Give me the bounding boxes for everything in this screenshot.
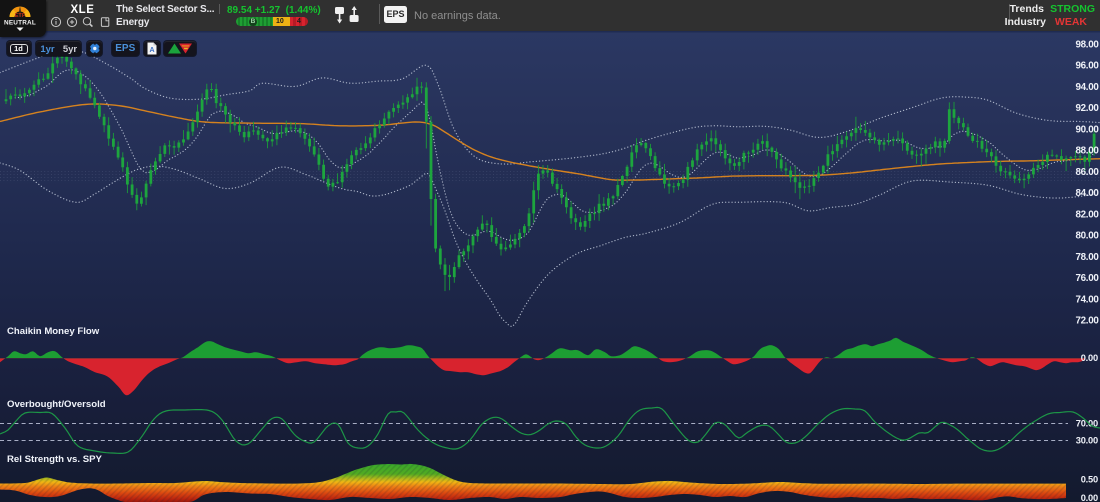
svg-text:80.00: 80.00 <box>1075 231 1099 242</box>
svg-text:96.00: 96.00 <box>1075 61 1099 72</box>
svg-text:NEUTRAL: NEUTRAL <box>4 20 36 27</box>
svg-text:0.50: 0.50 <box>1081 475 1098 485</box>
svg-text:84.00: 84.00 <box>1075 188 1099 199</box>
svg-text:76.00: 76.00 <box>1075 273 1099 284</box>
svg-text:Overbought/Oversold: Overbought/Oversold <box>7 399 106 410</box>
svg-text:74.00: 74.00 <box>1075 294 1099 305</box>
svg-text:Rel Strength vs. SPY: Rel Strength vs. SPY <box>7 454 102 465</box>
svg-text:0.00: 0.00 <box>1081 493 1098 502</box>
svg-text:86.00: 86.00 <box>1075 167 1099 178</box>
svg-text:A: A <box>149 47 154 54</box>
svg-text:98.00: 98.00 <box>1075 39 1099 50</box>
svg-text:72.00: 72.00 <box>1075 316 1099 327</box>
svg-text:94.00: 94.00 <box>1075 82 1099 93</box>
svg-text:30.00: 30.00 <box>1076 436 1098 446</box>
svg-text:Chaikin Money Flow: Chaikin Money Flow <box>7 326 100 337</box>
svg-text:ETF: ETF <box>15 13 26 19</box>
svg-text:90.00: 90.00 <box>1075 124 1099 135</box>
svg-text:0.00: 0.00 <box>1081 353 1098 363</box>
svg-text:82.00: 82.00 <box>1075 209 1099 220</box>
svg-text:88.00: 88.00 <box>1075 146 1099 157</box>
svg-text:78.00: 78.00 <box>1075 252 1099 263</box>
svg-text:92.00: 92.00 <box>1075 103 1099 114</box>
